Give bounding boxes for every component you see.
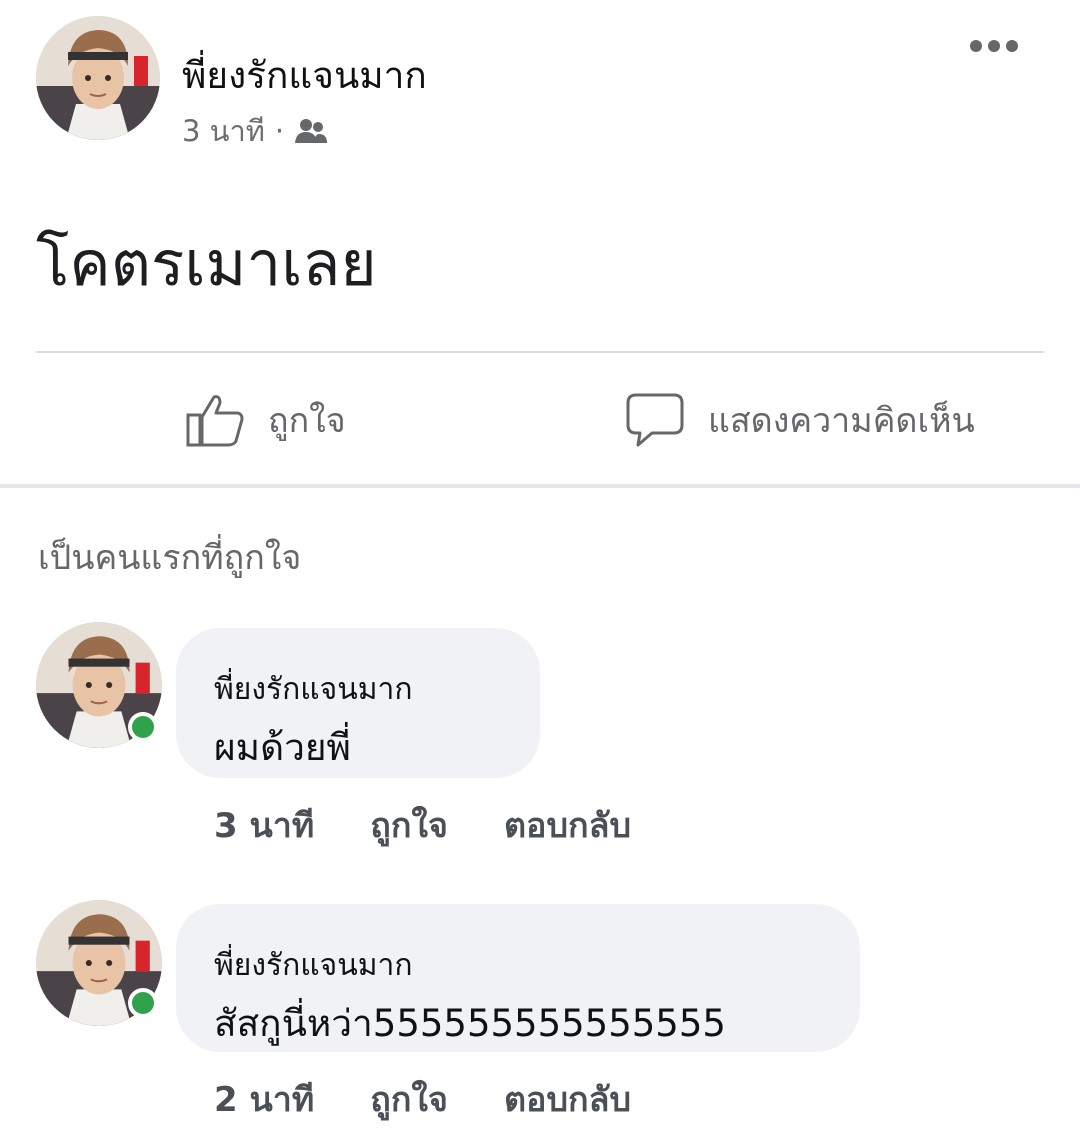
online-status-dot: [128, 712, 158, 742]
comment-reply-button[interactable]: ตอบกลับ: [504, 798, 631, 852]
thumbs-up-icon: [186, 395, 244, 447]
post-author-name[interactable]: พี่ยงรักแจนมาก: [182, 46, 427, 105]
section-separator: [0, 484, 1080, 488]
more-horizontal-icon[interactable]: [970, 36, 1030, 56]
comment-bubble-icon: [626, 393, 684, 447]
comment-bubble: พี่ยงรักแจนมาก ผมด้วยพี่: [176, 628, 540, 778]
comment-author[interactable]: พี่ยงรักแจนมาก: [214, 942, 413, 989]
comment-author[interactable]: พี่ยงรักแจนมาก: [214, 666, 413, 713]
comment-text: ผมด้วยพี่: [214, 726, 351, 769]
comment-button[interactable]: แสดงความคิดเห็น: [624, 385, 975, 455]
post-header: พี่ยงรักแจนมาก 3 นาที ·: [0, 0, 1080, 170]
avatar-image: [36, 16, 160, 140]
like-button[interactable]: ถูกใจ: [186, 385, 346, 455]
post-time[interactable]: 3 นาที: [182, 108, 265, 154]
like-label: ถูกใจ: [268, 401, 346, 441]
first-like-prompt[interactable]: เป็นคนแรกที่ถูกใจ: [38, 530, 301, 584]
comment-actions: 3 นาที ถูกใจ ตอบกลับ: [214, 798, 687, 852]
comment-label: แสดงความคิดเห็น: [708, 401, 975, 441]
online-status-dot: [128, 988, 158, 1018]
meta-separator: ·: [274, 114, 285, 148]
comment-text: สัสกูนี่หว่า555555555555555: [214, 1002, 726, 1045]
comment-like-button[interactable]: ถูกใจ: [370, 1072, 448, 1126]
friends-icon[interactable]: [294, 118, 328, 144]
post-text: โคตรเมาเลย: [36, 227, 377, 300]
comment-like-button[interactable]: ถูกใจ: [370, 798, 448, 852]
comment-time[interactable]: 3 นาที: [214, 798, 314, 852]
comment-bubble: พี่ยงรักแจนมาก สัสกูนี่หว่า5555555555555…: [176, 904, 860, 1052]
comment-reply-button[interactable]: ตอบกลับ: [504, 1072, 631, 1126]
post-meta: 3 นาที ·: [182, 108, 328, 154]
comment-actions: 2 นาที ถูกใจ ตอบกลับ: [214, 1072, 687, 1126]
post-divider: [36, 351, 1044, 353]
comment-time[interactable]: 2 นาที: [214, 1072, 314, 1126]
author-avatar[interactable]: [36, 16, 160, 140]
